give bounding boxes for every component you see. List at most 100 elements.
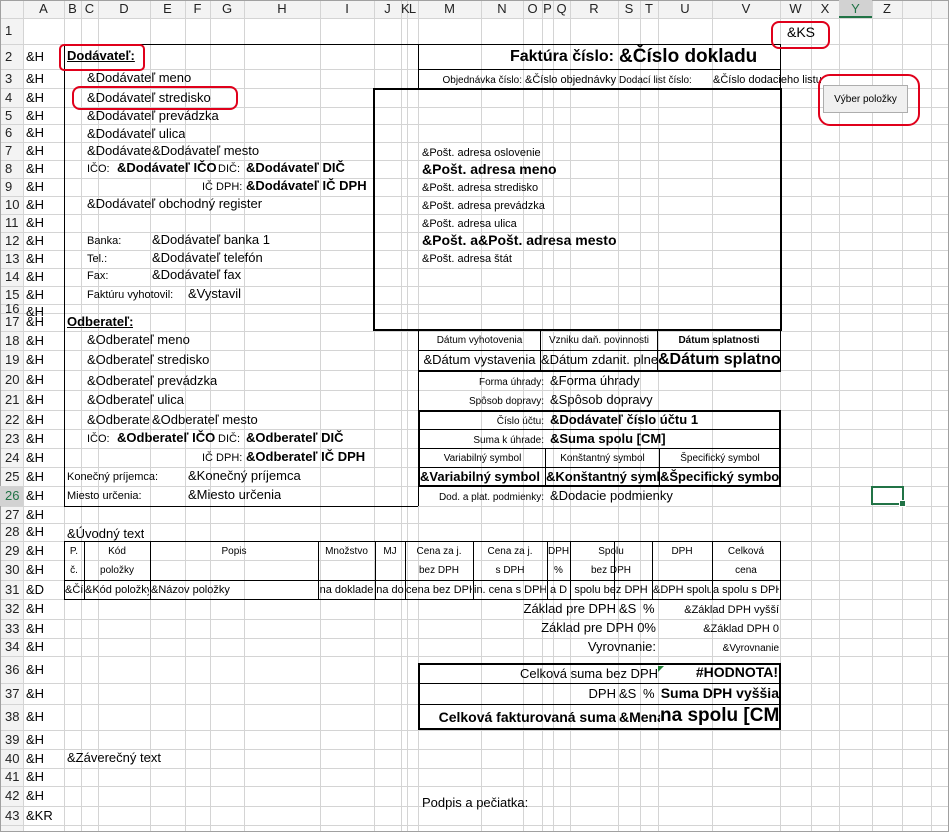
customer-street[interactable]: &Odberateľ ulica [87, 392, 184, 408]
supplier-street[interactable]: &Dodávateľ ulica [87, 126, 185, 142]
items-row-cell[interactable]: a spolu s DPH [713, 582, 779, 598]
col-a-cell[interactable]: &H [26, 49, 44, 65]
column-header-e[interactable]: E [150, 0, 185, 18]
total-no-vat-value[interactable]: #HODNOTA! [660, 664, 778, 680]
post-branch[interactable]: &Pošt. adresa stredisko [422, 180, 538, 196]
row-header-18[interactable]: 18 [0, 331, 23, 350]
col-a-cell[interactable]: &H [26, 662, 44, 678]
row-header-21[interactable]: 21 [0, 390, 23, 410]
intro-text[interactable]: &Úvodný text [67, 526, 144, 542]
row-header-11[interactable]: 11 [0, 214, 23, 232]
col-a-cell[interactable]: &D [26, 582, 44, 598]
row-header-4[interactable]: 4 [0, 88, 23, 107]
row-header-37[interactable]: 37 [0, 683, 23, 704]
items-row-cell[interactable]: spolu bez DPH [571, 582, 651, 598]
supplier-zip[interactable]: &Dodávateľ [87, 143, 152, 159]
column-header-u[interactable]: U [658, 0, 712, 18]
row-header-16[interactable]: 16 [0, 302, 23, 315]
column-header-s[interactable]: S [618, 0, 640, 18]
row-header-20[interactable]: 20 [0, 370, 23, 390]
customer-ico[interactable]: &Odberateľ IČO [117, 430, 217, 446]
col-a-cell[interactable]: &H [26, 769, 44, 785]
col-a-cell[interactable]: &KR [26, 808, 53, 824]
col-a-cell[interactable]: &H [26, 524, 44, 540]
supplier-heading[interactable]: Dodávateľ: [67, 48, 135, 64]
row-header-14[interactable]: 14 [0, 268, 23, 286]
col-a-cell[interactable]: &H [26, 412, 44, 428]
supplier-city[interactable]: &Dodávateľ mesto [152, 143, 259, 159]
row-header-28[interactable]: 28 [0, 523, 23, 541]
column-header-y[interactable]: Y [839, 0, 872, 18]
col-a-cell[interactable]: &H [26, 450, 44, 466]
row-header-5[interactable]: 5 [0, 107, 23, 124]
col-a-cell[interactable]: &H [26, 125, 44, 141]
col-a-cell[interactable]: &H [26, 108, 44, 124]
customer-zip[interactable]: &Odberate [87, 412, 152, 428]
supplier-fax[interactable]: &Dodávateľ fax [152, 267, 241, 283]
row-header-17[interactable]: 17 [0, 313, 23, 331]
row-header-30[interactable]: 30 [0, 560, 23, 580]
row-header-8[interactable]: 8 [0, 160, 23, 178]
row-header-36[interactable]: 36 [0, 656, 23, 683]
col-a-cell[interactable]: &H [26, 488, 44, 504]
base-value[interactable]: &Základ DPH vyšší [660, 602, 779, 618]
tax-date[interactable]: &Dátum zdanit. plnenia [541, 352, 657, 368]
supplier-shop[interactable]: &Dodávateľ prevádzka [87, 108, 219, 124]
col-a-cell[interactable]: &H [26, 751, 44, 767]
customer-dic[interactable]: &Odberateľ DIČ [246, 430, 343, 446]
col-a-cell[interactable]: &H [26, 788, 44, 804]
base-rate[interactable]: &S [619, 601, 643, 617]
row-header-32[interactable]: 32 [0, 599, 23, 619]
customer-branch[interactable]: &Odberateľ stredisko [87, 352, 209, 368]
column-header-d[interactable]: D [98, 0, 150, 18]
row-header-1[interactable]: 1 [0, 18, 23, 44]
post-name[interactable]: &Pošt. adresa meno [422, 161, 557, 177]
row-header-10[interactable]: 10 [0, 196, 23, 214]
col-a-cell[interactable]: &H [26, 372, 44, 388]
delivery-number[interactable]: &Číslo dodacieho listu [713, 72, 821, 88]
col-a-cell[interactable]: &H [26, 251, 44, 267]
col-a-cell[interactable]: &H [26, 562, 44, 578]
col-a-cell[interactable]: &H [26, 233, 44, 249]
payment-method[interactable]: &Forma úhrady [550, 373, 640, 389]
col-a-cell[interactable]: &H [26, 352, 44, 368]
col-a-cell[interactable]: &H [26, 392, 44, 408]
ks-cell[interactable]: &KS [775, 24, 815, 40]
row-header-6[interactable]: 6 [0, 124, 23, 142]
col-a-cell[interactable]: &H [26, 269, 44, 285]
column-header-b[interactable]: B [64, 0, 81, 18]
col-a-cell[interactable]: &H [26, 709, 44, 725]
column-header-o[interactable]: O [523, 0, 542, 18]
row-header-25[interactable]: 25 [0, 467, 23, 486]
items-row-cell[interactable]: &DPH spolu [653, 582, 711, 598]
items-row-cell[interactable]: a D [548, 582, 569, 598]
column-header-g[interactable]: G [210, 0, 244, 18]
transport[interactable]: &Spôsob dopravy [550, 392, 653, 408]
row-header-43[interactable]: 43 [0, 806, 23, 825]
row-header-27[interactable]: 27 [0, 506, 23, 523]
col-a-cell[interactable]: &H [26, 543, 44, 559]
supplier-issuer[interactable]: &Vystavil [188, 286, 241, 302]
col-a-cell[interactable]: &H [26, 71, 44, 87]
col-a-cell[interactable]: &H [26, 179, 44, 195]
column-header-h[interactable]: H [244, 0, 320, 18]
spreadsheet[interactable]: ABCDEFGHIJKLMNOPQRSTUVWXYZ 1 2 3 4 5 6 7 8 9 10 11… [0, 0, 949, 832]
vs[interactable]: &Variabilný symbol [420, 469, 545, 485]
items-row-cell[interactable]: &Číslo [65, 582, 83, 598]
col-a-cell[interactable]: &H [26, 287, 44, 303]
account[interactable]: &Dodávateľ číslo účtu 1 [550, 412, 698, 428]
customer-icdph[interactable]: &Odberateľ IČ DPH [246, 449, 365, 465]
items-row-cell[interactable]: in. cena s DPH [474, 582, 546, 598]
row-header-33[interactable]: 33 [0, 619, 23, 638]
final-recipient[interactable]: &Konečný príjemca [188, 468, 301, 484]
column-header-i[interactable]: I [320, 0, 374, 18]
post-zip[interactable]: &Pošt. a [422, 232, 478, 248]
customer-shop[interactable]: &Odberateľ prevádzka [87, 373, 217, 389]
col-a-cell[interactable]: &H [26, 143, 44, 159]
grand-total-currency[interactable]: &Mena [619, 709, 660, 725]
select-item-button[interactable]: Výber položky [823, 85, 908, 113]
row-header-40[interactable]: 40 [0, 749, 23, 768]
column-header-m[interactable]: M [418, 0, 481, 18]
rounding-value[interactable]: &Vyrovnanie [660, 641, 779, 657]
column-header-t[interactable]: T [640, 0, 658, 18]
